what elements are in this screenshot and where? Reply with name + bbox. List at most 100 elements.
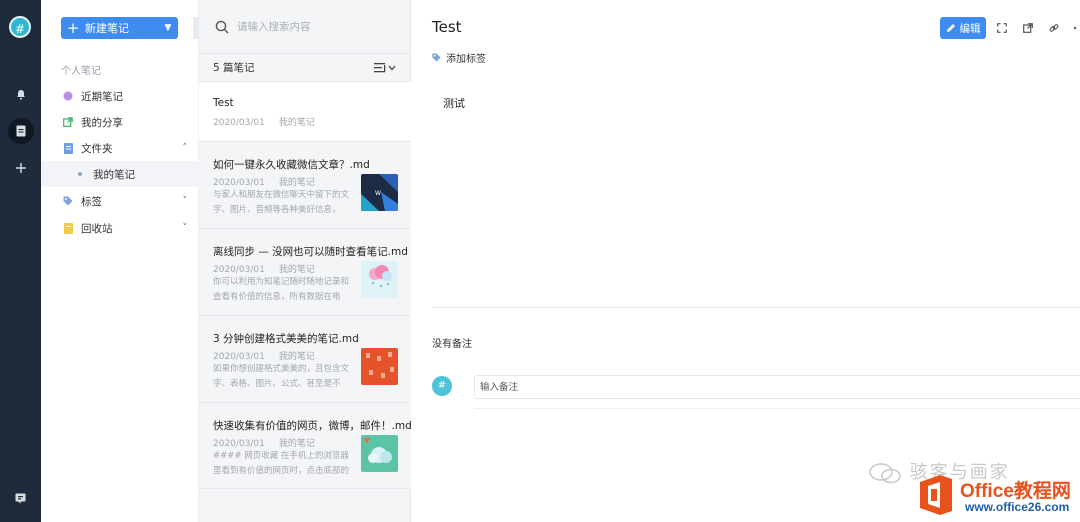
note-meta: 2020/03/01 我的笔记 (213, 175, 315, 188)
sidebar-item-trash[interactable]: 回收站 ˅ (41, 215, 199, 241)
tag-icon (61, 194, 75, 208)
note-count: 5 篇笔记 (213, 62, 255, 74)
sidebar-item-folders[interactable]: 文件夹 ˄ (41, 135, 199, 161)
sidebar-item-label: 我的笔记 (93, 168, 135, 181)
trash-icon (61, 221, 75, 235)
app-rail: # (0, 0, 41, 522)
note-meta: 2020/03/01 我的笔记 (213, 436, 315, 449)
note-item[interactable]: 快速收集有价值的网页，微博，邮件！.md 2020/03/01 我的笔记 ####… (199, 403, 412, 489)
dot-icon (73, 167, 87, 181)
link-icon (1049, 24, 1059, 32)
sort-button[interactable] (373, 61, 397, 75)
note-title: 快速收集有价值的网页，微博，邮件！.md (213, 420, 412, 432)
pencil-icon (946, 24, 955, 32)
new-note-label: 新建笔记 (85, 22, 129, 35)
sidebar-item-label: 标签 (81, 195, 102, 208)
fullscreen-icon (997, 23, 1007, 33)
avatar: # (432, 376, 452, 396)
recent-icon (61, 89, 75, 103)
sidebar: + 新建笔记 ▼ 个人笔记 近期笔记 我的分享 文件夹 ˄ 我的笔记 标签 ˅ … (41, 0, 199, 522)
share-icon (61, 115, 75, 129)
note-title-heading: Test (432, 18, 462, 36)
search-icon (215, 20, 229, 34)
note-excerpt: 与家人和朋友在微信聊天中留下的文字、图片、音频等各种美好信息，常… (213, 190, 350, 215)
divider (474, 408, 1080, 409)
note-thumbnail (361, 435, 398, 472)
list-header: 5 篇笔记 (199, 54, 411, 82)
watermark-brand: Office教程网 (960, 481, 1071, 502)
add-button[interactable] (0, 154, 41, 182)
add-tag-button[interactable]: 添加标签 (432, 50, 486, 65)
add-tag-label: 添加标签 (446, 54, 486, 65)
wechat-icon (869, 463, 901, 484)
note-thumbnail: W (361, 174, 398, 211)
plus-icon (15, 163, 26, 173)
note-date: 2020/03/01 (213, 439, 265, 449)
note-excerpt: #### 网页收藏 在手机上的浏览器里看到有价值的网页时，点击底部的 **… (213, 451, 350, 476)
note-date: 2020/03/01 (213, 352, 265, 362)
note-excerpt: 如果你想创建格式美美的，且包含文字、表格、图片、公式、甚至是不同… (213, 364, 350, 389)
bell-icon (16, 89, 25, 99)
chevron-up-icon[interactable]: ˄ (183, 143, 188, 153)
sidebar-item-tags[interactable]: 标签 ˅ (41, 188, 199, 214)
note-meta: 2020/03/01 我的笔记 (213, 349, 315, 362)
note-folder: 我的笔记 (278, 178, 315, 188)
note-item[interactable]: 离线同步 — 没网也可以随时查看笔记.md 2020/03/01 我的笔记 你可以… (199, 229, 411, 316)
note-thumbnail (361, 261, 398, 298)
app-logo[interactable]: # (9, 16, 31, 38)
notifications-button[interactable] (0, 80, 41, 108)
more-options-button[interactable] (1069, 19, 1080, 37)
more-icon (1073, 26, 1077, 30)
sidebar-item-label: 近期笔记 (81, 90, 123, 103)
search-input[interactable] (237, 20, 397, 33)
sidebar-item-label: 我的分享 (81, 116, 123, 129)
note-thumbnail (361, 348, 398, 385)
edit-label: 编辑 (959, 22, 981, 35)
sidebar-item-label: 回收站 (81, 222, 113, 235)
note-body[interactable]: 测试 (443, 95, 465, 111)
tag-icon (432, 53, 441, 62)
sidebar-item-my-notes[interactable]: 我的笔记 (41, 161, 199, 187)
notebook-icon (16, 125, 25, 137)
sidebar-item-label: 文件夹 (81, 142, 113, 155)
external-link-icon (1023, 23, 1033, 33)
svg-text:W: W (375, 190, 381, 197)
note-folder: 我的笔记 (278, 118, 315, 128)
notes-nav-button[interactable] (0, 117, 41, 145)
note-item[interactable]: 3 分钟创建格式美美的笔记.md 2020/03/01 我的笔记 如果你想创建格式… (199, 316, 411, 403)
plus-icon: + (66, 19, 80, 37)
divider (432, 307, 1080, 308)
no-comments-label: 没有备注 (432, 339, 472, 350)
chevron-down-icon[interactable]: ▼ (158, 23, 178, 33)
note-meta: 2020/03/01 我的笔记 (213, 115, 315, 128)
feedback-button[interactable] (0, 484, 41, 512)
open-external-button[interactable] (1019, 19, 1037, 37)
edit-button[interactable]: 编辑 (940, 17, 986, 39)
note-item[interactable]: Test 2020/03/01 我的笔记 (199, 82, 411, 142)
fullscreen-button[interactable] (993, 19, 1011, 37)
folder-icon (61, 141, 75, 155)
note-title: 如何一键永久收藏微信文章？.md (213, 159, 370, 171)
note-list: 5 篇笔记 Test 2020/03/01 我的笔记 如何一键永久收藏微信文章？.… (199, 0, 412, 522)
search-bar (199, 0, 411, 54)
feedback-icon (15, 493, 26, 503)
chevron-down-icon[interactable]: ˅ (183, 223, 188, 233)
sort-icon (374, 62, 396, 72)
note-item[interactable]: 如何一键永久收藏微信文章？.md 2020/03/01 我的笔记 与家人和朋友在微… (199, 142, 411, 229)
office-logo (920, 475, 952, 515)
comment-input[interactable] (474, 375, 1080, 399)
note-title: 离线同步 — 没网也可以随时查看笔记.md (213, 246, 408, 258)
note-folder: 我的笔记 (278, 439, 315, 449)
note-folder: 我的笔记 (278, 352, 315, 362)
new-note-button[interactable]: + 新建笔记 ▼ (61, 17, 178, 39)
copy-link-button[interactable] (1045, 19, 1063, 37)
note-folder: 我的笔记 (278, 265, 315, 275)
sidebar-item-share[interactable]: 我的分享 (41, 109, 199, 135)
note-editor: Test 编辑 添加标签 测试 没有备注 # (411, 0, 1080, 522)
note-excerpt: 你可以利用为知笔记随时随地记录和查看有价值的信息，所有数据在电脑、… (213, 277, 350, 302)
note-title: 3 分钟创建格式美美的笔记.md (213, 333, 359, 345)
sidebar-item-recent[interactable]: 近期笔记 (41, 83, 199, 109)
note-title: Test (213, 97, 234, 109)
chevron-down-icon[interactable]: ˅ (183, 196, 188, 206)
personal-notes-heading: 个人笔记 (61, 66, 101, 77)
